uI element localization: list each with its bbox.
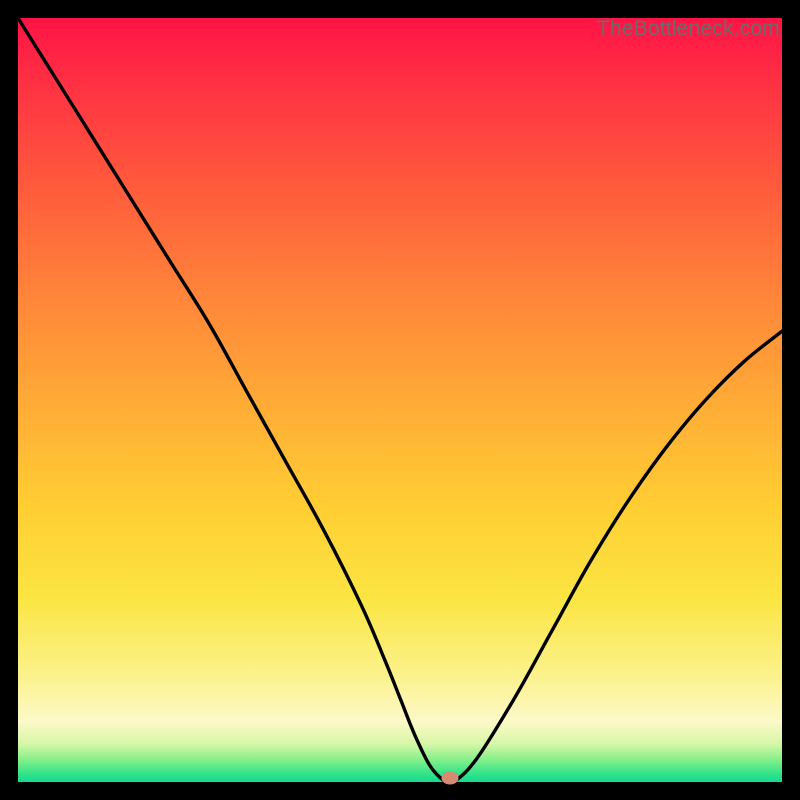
plot-area: TheBottleneck.com <box>18 18 782 782</box>
optimal-point-marker <box>441 772 458 785</box>
bottleneck-curve <box>18 18 782 782</box>
chart-frame: TheBottleneck.com <box>0 0 800 800</box>
